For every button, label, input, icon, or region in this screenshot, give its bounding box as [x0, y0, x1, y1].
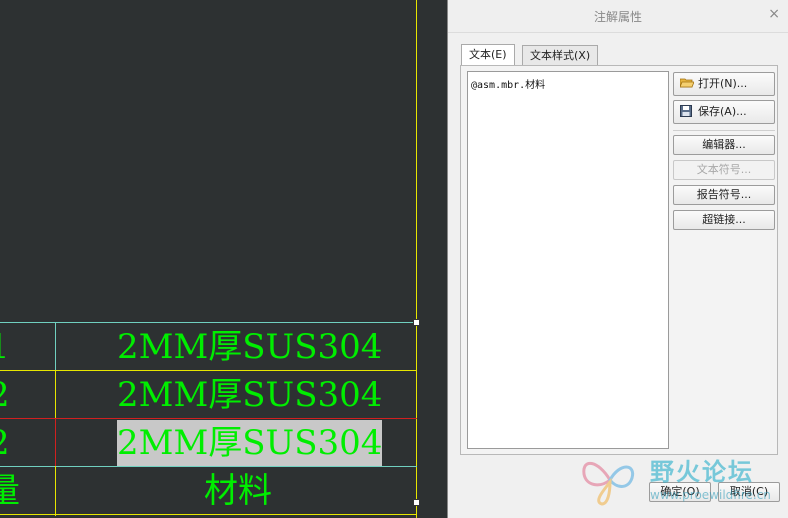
table-col-line — [55, 466, 56, 516]
floppy-disk-icon — [680, 103, 694, 117]
table-cell-material[interactable]: 2MM厚SUS304 — [117, 324, 382, 370]
tab-text[interactable]: 文本(E) — [461, 44, 515, 66]
selection-handle[interactable] — [413, 499, 420, 506]
table-line — [0, 418, 417, 419]
report-symbol-button[interactable]: 报告符号... — [673, 185, 775, 205]
watermark-url: www.proewildfire.cn — [650, 488, 771, 502]
drawing-border-right — [416, 0, 417, 518]
table-col-line — [55, 418, 56, 466]
dialog-titlebar[interactable]: 注解属性 × — [448, 0, 788, 33]
butterfly-logo-icon — [582, 462, 635, 506]
table-line — [0, 466, 417, 467]
hyperlink-button[interactable]: 超链接... — [673, 210, 775, 230]
tab-text-style[interactable]: 文本样式(X) — [522, 45, 599, 65]
divider — [673, 130, 775, 131]
drawing-canvas[interactable]: 1 2MM厚SUS304 2 2MM厚SUS304 2 2MM厚SUS304 量… — [0, 0, 446, 518]
table-header-material[interactable]: 材料 — [204, 468, 272, 514]
close-icon[interactable]: × — [768, 6, 780, 22]
table-col-line — [55, 322, 56, 370]
folder-icon — [679, 75, 695, 88]
dialog-title: 注解属性 — [593, 10, 642, 24]
table-line-bottom — [0, 514, 417, 515]
watermark-text: 野火论坛 — [650, 458, 754, 486]
table-col-line — [55, 370, 56, 418]
save-button-label: 保存(A)... — [698, 105, 747, 118]
table-line — [0, 370, 417, 371]
selection-handle[interactable] — [413, 319, 420, 326]
table-cell-material-selected[interactable]: 2MM厚SUS304 — [117, 420, 383, 466]
table-cell-material[interactable]: 2MM厚SUS304 — [117, 372, 382, 418]
open-button[interactable]: 打开(N)... — [673, 72, 775, 96]
table-line-top — [0, 322, 417, 323]
table-cell-qty[interactable]: 2 — [0, 372, 10, 418]
editor-button[interactable]: 编辑器... — [673, 135, 775, 155]
open-button-label: 打开(N)... — [698, 77, 748, 90]
forum-watermark: 野火论坛 www.proewildfire.cn — [580, 452, 785, 512]
annotation-text-input[interactable]: @asm.mbr.材料 — [467, 71, 669, 449]
table-header-qty[interactable]: 量 — [0, 468, 20, 514]
text-symbol-button[interactable]: 文本符号... — [673, 160, 775, 180]
table-cell-qty[interactable]: 1 — [0, 324, 10, 370]
annotation-properties-dialog: 注解属性 × 文本(E) 文本样式(X) @asm.mbr.材料 打开(N)..… — [447, 0, 788, 518]
save-button[interactable]: 保存(A)... — [673, 100, 775, 124]
table-cell-qty[interactable]: 2 — [0, 420, 10, 466]
